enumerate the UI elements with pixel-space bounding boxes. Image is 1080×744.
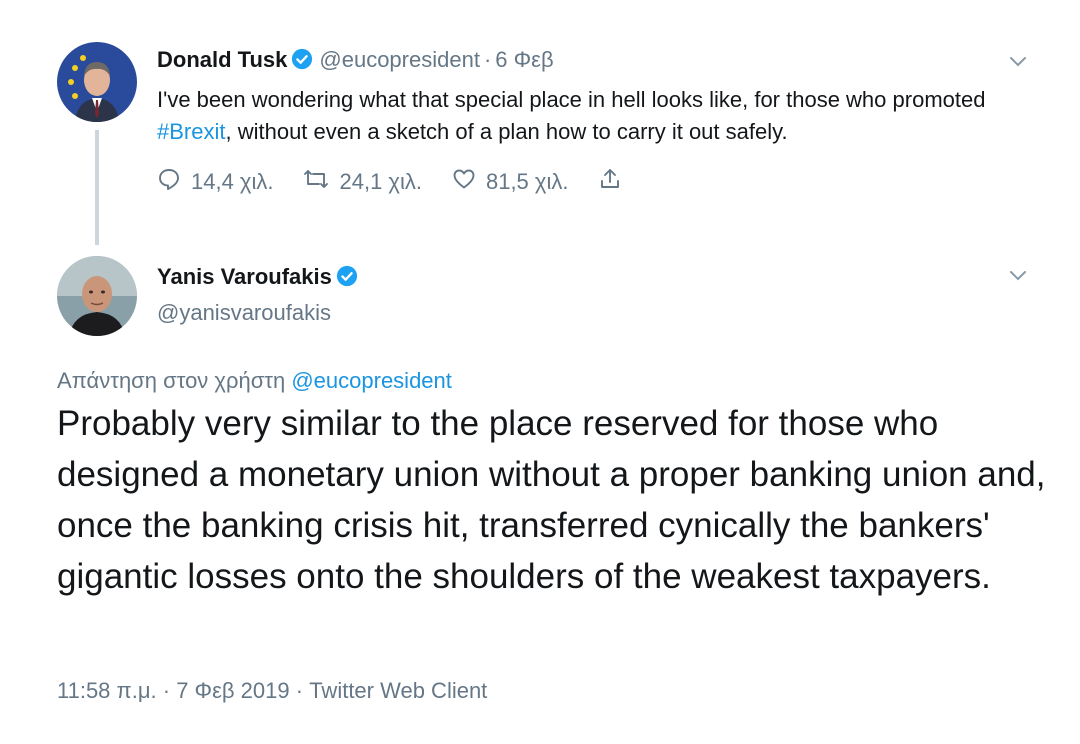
share-button[interactable] bbox=[598, 167, 632, 197]
original-tweet: Donald Tusk @eucopresident · 6 Φεβ I've bee… bbox=[0, 0, 1080, 250]
tweet-source[interactable]: Twitter Web Client bbox=[309, 678, 487, 703]
replying-to: Απάντηση στον χρήστη @eucopresident bbox=[57, 368, 452, 394]
tweet-time[interactable]: 11:58 π.μ. bbox=[57, 678, 157, 703]
verified-badge-icon bbox=[291, 48, 313, 77]
retweet-icon bbox=[303, 167, 339, 197]
share-icon bbox=[598, 167, 632, 197]
author-name[interactable]: Donald Tusk bbox=[157, 47, 287, 72]
tweet-actions: 14,4 χιλ. 24,1 χιλ. 81,5 χιλ. bbox=[157, 166, 662, 198]
yanis-varoufakis-avatar[interactable] bbox=[57, 256, 137, 336]
tweet-text-part: , without even a sketch of a plan how to… bbox=[225, 119, 788, 144]
author-name[interactable]: Yanis Varoufakis bbox=[157, 264, 332, 289]
author-handle[interactable]: @eucopresident bbox=[319, 47, 480, 72]
like-count: 81,5 χιλ. bbox=[485, 169, 569, 194]
tweet-text-part: I've been wondering what that special pl… bbox=[157, 87, 986, 112]
hashtag-link[interactable]: #Brexit bbox=[157, 119, 225, 144]
tweet1-text: I've been wondering what that special pl… bbox=[157, 84, 1037, 148]
reply-button[interactable]: 14,4 χιλ. bbox=[157, 167, 273, 197]
tweet2-header: Yanis Varoufakis bbox=[157, 263, 358, 292]
chevron-down-icon[interactable] bbox=[1007, 50, 1029, 72]
tweet2-text: Probably very similar to the place reser… bbox=[57, 404, 1046, 596]
tweet-date[interactable]: 6 Φεβ bbox=[495, 47, 553, 72]
donald-tusk-avatar[interactable] bbox=[57, 42, 137, 122]
retweet-count: 24,1 χιλ. bbox=[339, 169, 422, 194]
tweet-metadata: 11:58 π.μ. · 7 Φεβ 2019 · Twitter Web Cl… bbox=[57, 678, 487, 704]
like-button[interactable]: 81,5 χιλ. bbox=[452, 167, 568, 197]
like-icon bbox=[452, 167, 486, 197]
reply-count: 14,4 χιλ. bbox=[191, 169, 274, 194]
tweet1-header: Donald Tusk @eucopresident · 6 Φεβ bbox=[157, 46, 554, 77]
author-handle[interactable]: @yanisvaroufakis bbox=[157, 300, 331, 326]
reply-icon bbox=[157, 167, 191, 197]
replying-label: Απάντηση στον χρήστη bbox=[57, 368, 286, 393]
separator-dot: · bbox=[483, 47, 492, 72]
separator-dot: · bbox=[162, 678, 171, 703]
thread-connector-line bbox=[95, 130, 99, 245]
mention-link[interactable]: @eucopresident bbox=[291, 368, 452, 393]
retweet-button[interactable]: 24,1 χιλ. bbox=[303, 167, 422, 197]
verified-badge-icon bbox=[336, 265, 358, 292]
chevron-down-icon[interactable] bbox=[1007, 264, 1029, 286]
tweet-date[interactable]: 7 Φεβ 2019 bbox=[176, 678, 289, 703]
separator-dot: · bbox=[295, 678, 304, 703]
